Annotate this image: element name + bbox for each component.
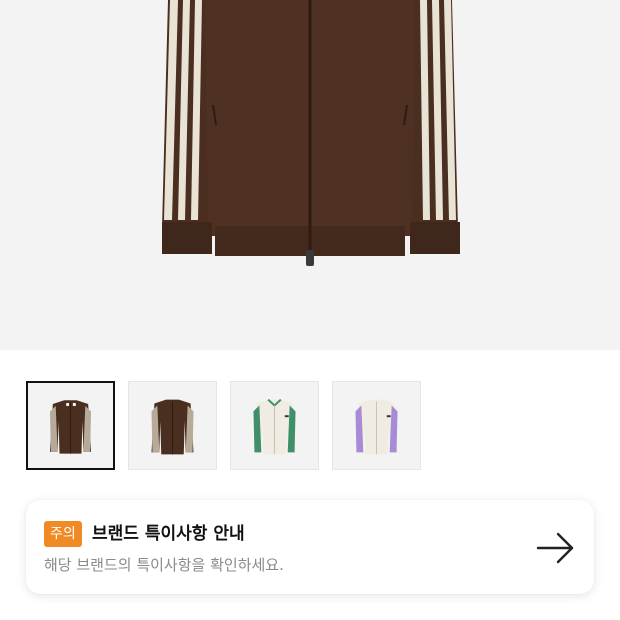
thumbnail-2[interactable] — [128, 381, 217, 470]
notice-badge: 주의 — [44, 521, 82, 547]
cream-green-jacket-thumb — [253, 398, 296, 455]
brown-jacket-back-thumb — [151, 399, 194, 455]
arrow-right-icon[interactable] — [536, 530, 576, 566]
thumbnail-list — [26, 381, 421, 471]
brown-jacket-front-thumb — [49, 400, 92, 454]
brown-track-jacket-image — [162, 0, 460, 266]
product-main-image[interactable] — [0, 0, 620, 350]
thumbnail-1[interactable] — [26, 381, 115, 470]
notice-description: 해당 브랜드의 특이사항을 확인하세요. — [44, 556, 284, 574]
thumbnail-3[interactable] — [230, 381, 319, 470]
cream-lavender-jacket-thumb — [355, 399, 398, 455]
brand-notice-card[interactable]: 주의 브랜드 특이사항 안내 해당 브랜드의 특이사항을 확인하세요. — [26, 500, 594, 594]
thumbnail-4[interactable] — [332, 381, 421, 470]
notice-title: 브랜드 특이사항 안내 — [92, 524, 245, 544]
